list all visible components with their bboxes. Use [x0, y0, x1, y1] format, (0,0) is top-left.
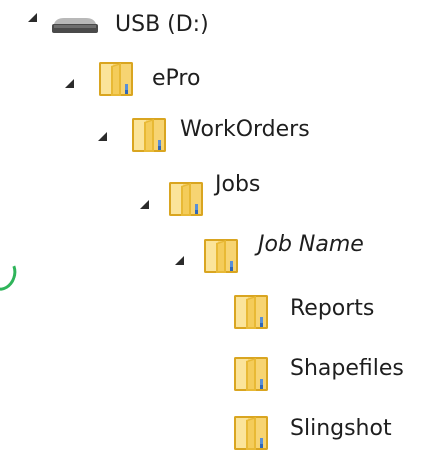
- tree-item-label: Jobs: [215, 172, 261, 197]
- tree-item-job-name[interactable]: Job Name: [170, 230, 390, 270]
- folder-icon: [97, 58, 135, 98]
- folder-icon: [232, 353, 270, 393]
- tree-item-label: ePro: [152, 66, 201, 91]
- tree-item-label: WorkOrders: [180, 117, 310, 142]
- expand-toggle-icon[interactable]: [28, 13, 37, 22]
- expand-toggle-icon[interactable]: [175, 256, 184, 265]
- folder-tree: USB (D:) ePro WorkOrders Jobs Job Name R…: [0, 0, 423, 458]
- green-arrow-fragment: [0, 253, 21, 295]
- tree-item-slingshot[interactable]: Slingshot: [232, 410, 412, 450]
- tree-item-epro[interactable]: ePro: [65, 62, 265, 102]
- tree-item-usb-drive[interactable]: USB (D:): [20, 6, 220, 46]
- usb-drive-icon: [50, 16, 100, 36]
- tree-item-reports[interactable]: Reports: [232, 290, 412, 330]
- folder-icon: [130, 114, 168, 154]
- expand-toggle-icon[interactable]: [65, 79, 74, 88]
- tree-item-label: Job Name: [258, 232, 364, 257]
- folder-icon: [202, 235, 240, 275]
- tree-item-label: Shapefiles: [290, 356, 404, 381]
- expand-toggle-icon[interactable]: [140, 200, 149, 209]
- tree-item-workorders[interactable]: WorkOrders: [98, 117, 338, 157]
- folder-icon: [232, 291, 270, 331]
- expand-toggle-icon[interactable]: [98, 132, 107, 141]
- folder-icon: [167, 178, 205, 218]
- tree-item-label: USB (D:): [115, 12, 209, 37]
- tree-item-label: Reports: [290, 296, 375, 321]
- tree-item-shapefiles[interactable]: Shapefiles: [232, 350, 422, 390]
- folder-icon: [232, 412, 270, 452]
- tree-item-label: Slingshot: [290, 416, 392, 441]
- tree-item-jobs[interactable]: Jobs: [135, 172, 335, 212]
